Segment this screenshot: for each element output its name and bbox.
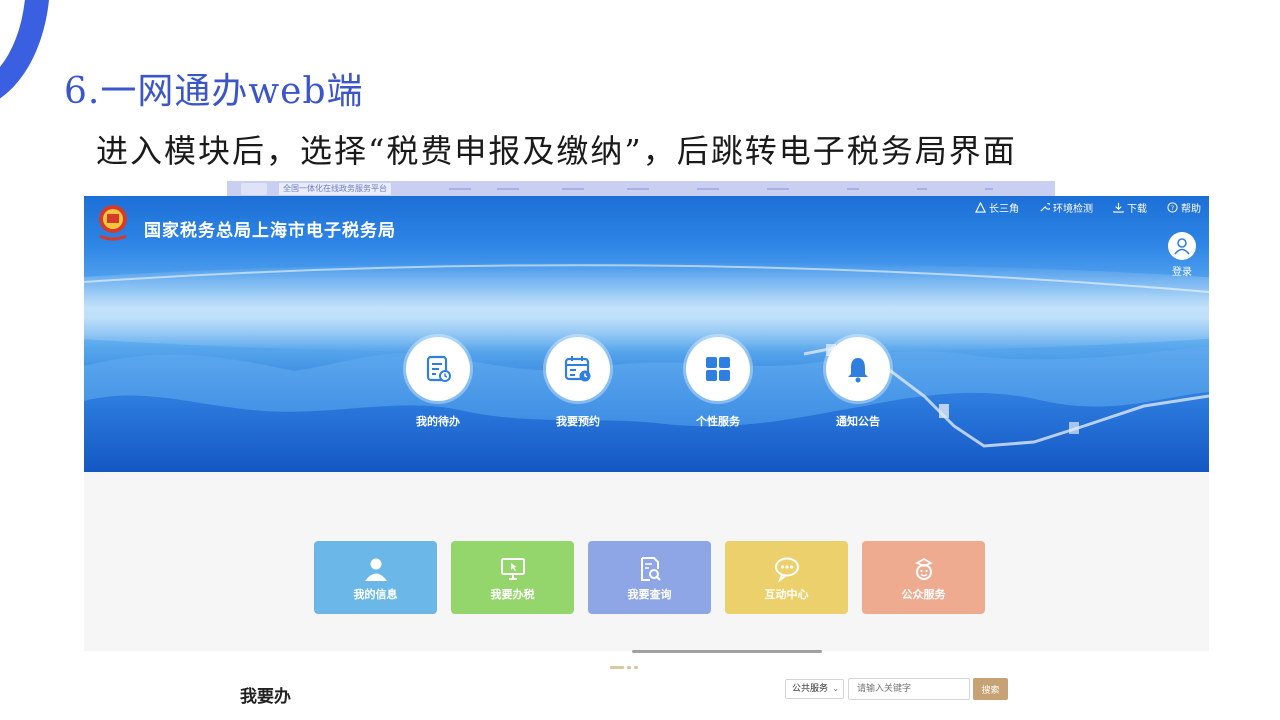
tile-label: 我要查询 (627, 588, 672, 601)
quick-label: 我的待办 (416, 415, 460, 428)
tile-do-tax[interactable]: 我要办税 (451, 541, 574, 614)
portal-nav-dash (767, 188, 789, 190)
quick-notices[interactable]: 通知公告 (823, 337, 893, 429)
portal-nav-dash (917, 188, 927, 190)
slide-subtitle: 进入模块后，选择“税费申报及缴纳”，后跳转电子税务局界面 (96, 132, 1017, 170)
scope-selected: 公共服务 (792, 684, 829, 694)
todo-list-icon (406, 337, 470, 401)
portal-nav-dash (697, 188, 719, 190)
user-avatar-icon (1168, 232, 1196, 260)
carousel-dot-active[interactable] (610, 666, 624, 669)
carousel-dot[interactable] (627, 666, 631, 669)
svg-text:?: ? (1171, 204, 1174, 212)
login-button[interactable]: 登录 (1167, 232, 1197, 278)
help-icon: ? (1167, 202, 1178, 213)
login-label: 登录 (1172, 267, 1192, 278)
monitor-icon (500, 558, 525, 580)
top-links: 长三角 环境检测 下载 ? 帮助 (975, 200, 1201, 215)
bell-icon (826, 337, 890, 401)
user-icon (364, 558, 387, 581)
tile-my-info[interactable]: 我的信息 (314, 541, 437, 614)
scope-select[interactable]: 公共服务 ⌄ (785, 679, 844, 699)
chevron-down-icon: ⌄ (832, 684, 839, 693)
chat-icon (774, 557, 799, 582)
portal-nav-dash (497, 188, 519, 190)
portal-nav-dash (562, 188, 584, 190)
banner: 国家税务总局上海市电子税务局 长三角 环境检测 下载 ? 帮助 登录 我的待办 … (84, 196, 1209, 472)
portal-nav-dash (847, 188, 859, 190)
quick-label: 我要预约 (556, 415, 600, 428)
public-service-icon (914, 558, 933, 580)
section-title: 我要办 (240, 687, 291, 707)
site-name: 国家税务总局上海市电子税务局 (144, 221, 396, 241)
carousel-dot[interactable] (634, 666, 638, 669)
background-portal-strip: 全国一体化在线政务服务平台 (227, 181, 1055, 197)
portal-logo-icon (241, 183, 267, 195)
link-label: 长三角 (989, 204, 1019, 215)
screenshot-shadow (632, 650, 822, 653)
portal-nav-dash (627, 188, 649, 190)
etax-screenshot: 国家税务总局上海市电子税务局 长三角 环境检测 下载 ? 帮助 登录 我的待办 … (84, 196, 1209, 651)
tile-label: 我的信息 (353, 588, 398, 601)
link-download[interactable]: 下载 (1113, 200, 1147, 215)
search-button[interactable]: 搜索 (973, 678, 1008, 700)
triangle-icon (975, 202, 986, 213)
slide-title: 6.一网通办web端 (64, 71, 364, 112)
portal-tag: 全国一体化在线政务服务平台 (279, 183, 391, 195)
tax-emblem-logo (99, 205, 127, 241)
link-label: 环境检测 (1053, 204, 1093, 215)
link-label: 下载 (1127, 204, 1147, 215)
quick-label: 个性服务 (696, 415, 740, 428)
tile-public-service[interactable]: 公众服务 (862, 541, 985, 614)
search-doc-icon (640, 557, 661, 581)
portal-nav-dash (985, 188, 993, 190)
grid-icon (686, 337, 750, 401)
quick-appointment[interactable]: 我要预约 (543, 337, 613, 429)
portal-nav-dash (449, 188, 471, 190)
quick-label: 通知公告 (836, 415, 880, 428)
search-input[interactable] (848, 678, 970, 700)
tile-label: 公众服务 (901, 588, 946, 601)
wrench-icon (1040, 203, 1050, 212)
download-icon (1113, 202, 1124, 213)
decorative-arc (0, 0, 50, 110)
calendar-clock-icon (546, 337, 610, 401)
carousel-dots[interactable] (610, 666, 638, 669)
tile-label: 我要办税 (490, 588, 535, 601)
link-yangtze-delta[interactable]: 长三角 (975, 200, 1019, 215)
quick-my-todo[interactable]: 我的待办 (403, 337, 473, 429)
quick-personal-service[interactable]: 个性服务 (683, 337, 753, 429)
tile-query[interactable]: 我要查询 (588, 541, 711, 614)
tile-label: 互动中心 (764, 588, 809, 601)
link-env-check[interactable]: 环境检测 (1039, 200, 1093, 215)
link-label: 帮助 (1181, 204, 1201, 215)
link-help[interactable]: ? 帮助 (1167, 200, 1201, 215)
tile-interaction[interactable]: 互动中心 (725, 541, 848, 614)
slide: 6.一网通办web端 进入模块后，选择“税费申报及缴纳”，后跳转电子税务局界面 … (0, 0, 1280, 720)
